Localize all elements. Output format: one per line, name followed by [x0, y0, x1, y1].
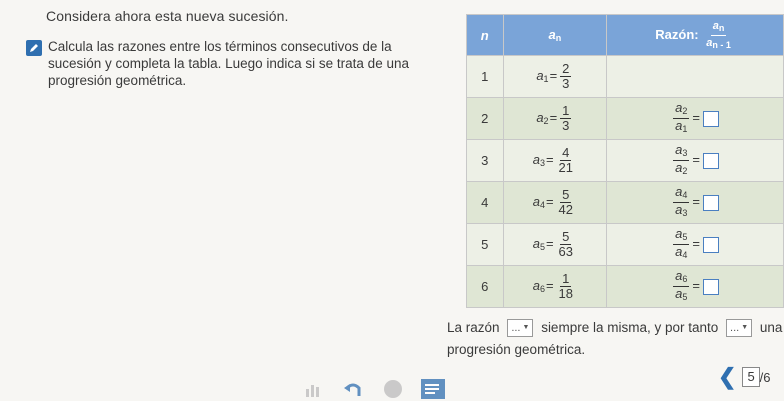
cell-term: a2= 1 3	[502, 97, 608, 140]
cell-ratio: a3 a2 =	[606, 139, 784, 182]
pencil-icon	[26, 40, 42, 56]
intro-text: Considera ahora esta nueva sucesión.	[46, 8, 289, 24]
cell-ratio: a5 a4 =	[606, 223, 784, 266]
table-row: 5 a5= 5 63 a5 a4 =	[466, 223, 784, 266]
ratio-answer-box[interactable]	[703, 236, 720, 253]
header-an: an	[502, 14, 608, 56]
conclusion-dropdown[interactable]: ... ▼	[726, 319, 753, 338]
undo-icon[interactable]	[340, 378, 366, 400]
instruction-text: Calcula las razones entre los términos c…	[48, 39, 409, 88]
cell-term: a5= 5 63	[502, 223, 608, 266]
table-row: 3 a3= 4 21 a3 a2 =	[466, 139, 784, 182]
table-header: n an Razón: an an - 1	[466, 14, 784, 56]
conclusion-sentence: La razón ... ▼ siempre la misma, y por ta…	[447, 317, 784, 361]
ratio-answer-box[interactable]	[703, 110, 720, 127]
page-current[interactable]: 5	[742, 367, 760, 387]
cell-term: a3= 4 21	[502, 139, 608, 182]
cell-n: 2	[466, 97, 504, 140]
table-row: 2 a2= 1 3 a2 a1 =	[466, 97, 784, 140]
page-total: /6	[759, 369, 771, 385]
cell-n: 6	[466, 265, 504, 308]
chart-icon[interactable]	[300, 378, 326, 400]
sequence-table: n an Razón: an an - 1 1 a1= 2 3 2 a2= 1 3 a2 a1 = 3…	[466, 14, 784, 308]
header-ratio: Razón: an an - 1	[606, 14, 784, 56]
ratio-dropdown[interactable]: ... ▼	[507, 319, 534, 338]
ratio-answer-box[interactable]	[703, 194, 720, 211]
cell-ratio	[606, 55, 784, 98]
ratio-answer-box[interactable]	[703, 152, 720, 169]
cell-n: 3	[466, 139, 504, 182]
cell-term: a1= 2 3	[502, 55, 608, 98]
chevron-left-icon[interactable]: ❮	[718, 366, 736, 388]
caret-down-icon: ▼	[522, 324, 530, 332]
ratio-answer-box[interactable]	[703, 278, 720, 295]
table-row: 1 a1= 2 3	[466, 55, 784, 98]
pager: ❮ 5 /6	[718, 366, 771, 388]
cell-ratio: a2 a1 =	[606, 97, 784, 140]
keyboard-icon[interactable]	[380, 378, 406, 400]
cell-n: 5	[466, 223, 504, 266]
caret-down-icon: ▼	[741, 324, 749, 332]
cell-ratio: a6 a5 =	[606, 265, 784, 308]
cell-term: a4= 5 42	[502, 181, 608, 224]
list-check-icon[interactable]	[420, 378, 446, 400]
cell-n: 4	[466, 181, 504, 224]
header-n: n	[466, 14, 504, 56]
cell-n: 1	[466, 55, 504, 98]
instruction-block: Calcula las razones entre los términos c…	[26, 38, 416, 89]
bottom-toolbar	[300, 378, 446, 400]
table-row: 4 a4= 5 42 a4 a3 =	[466, 181, 784, 224]
cell-term: a6= 1 18	[502, 265, 608, 308]
cell-ratio: a4 a3 =	[606, 181, 784, 224]
table-row: 6 a6= 1 18 a6 a5 =	[466, 265, 784, 308]
